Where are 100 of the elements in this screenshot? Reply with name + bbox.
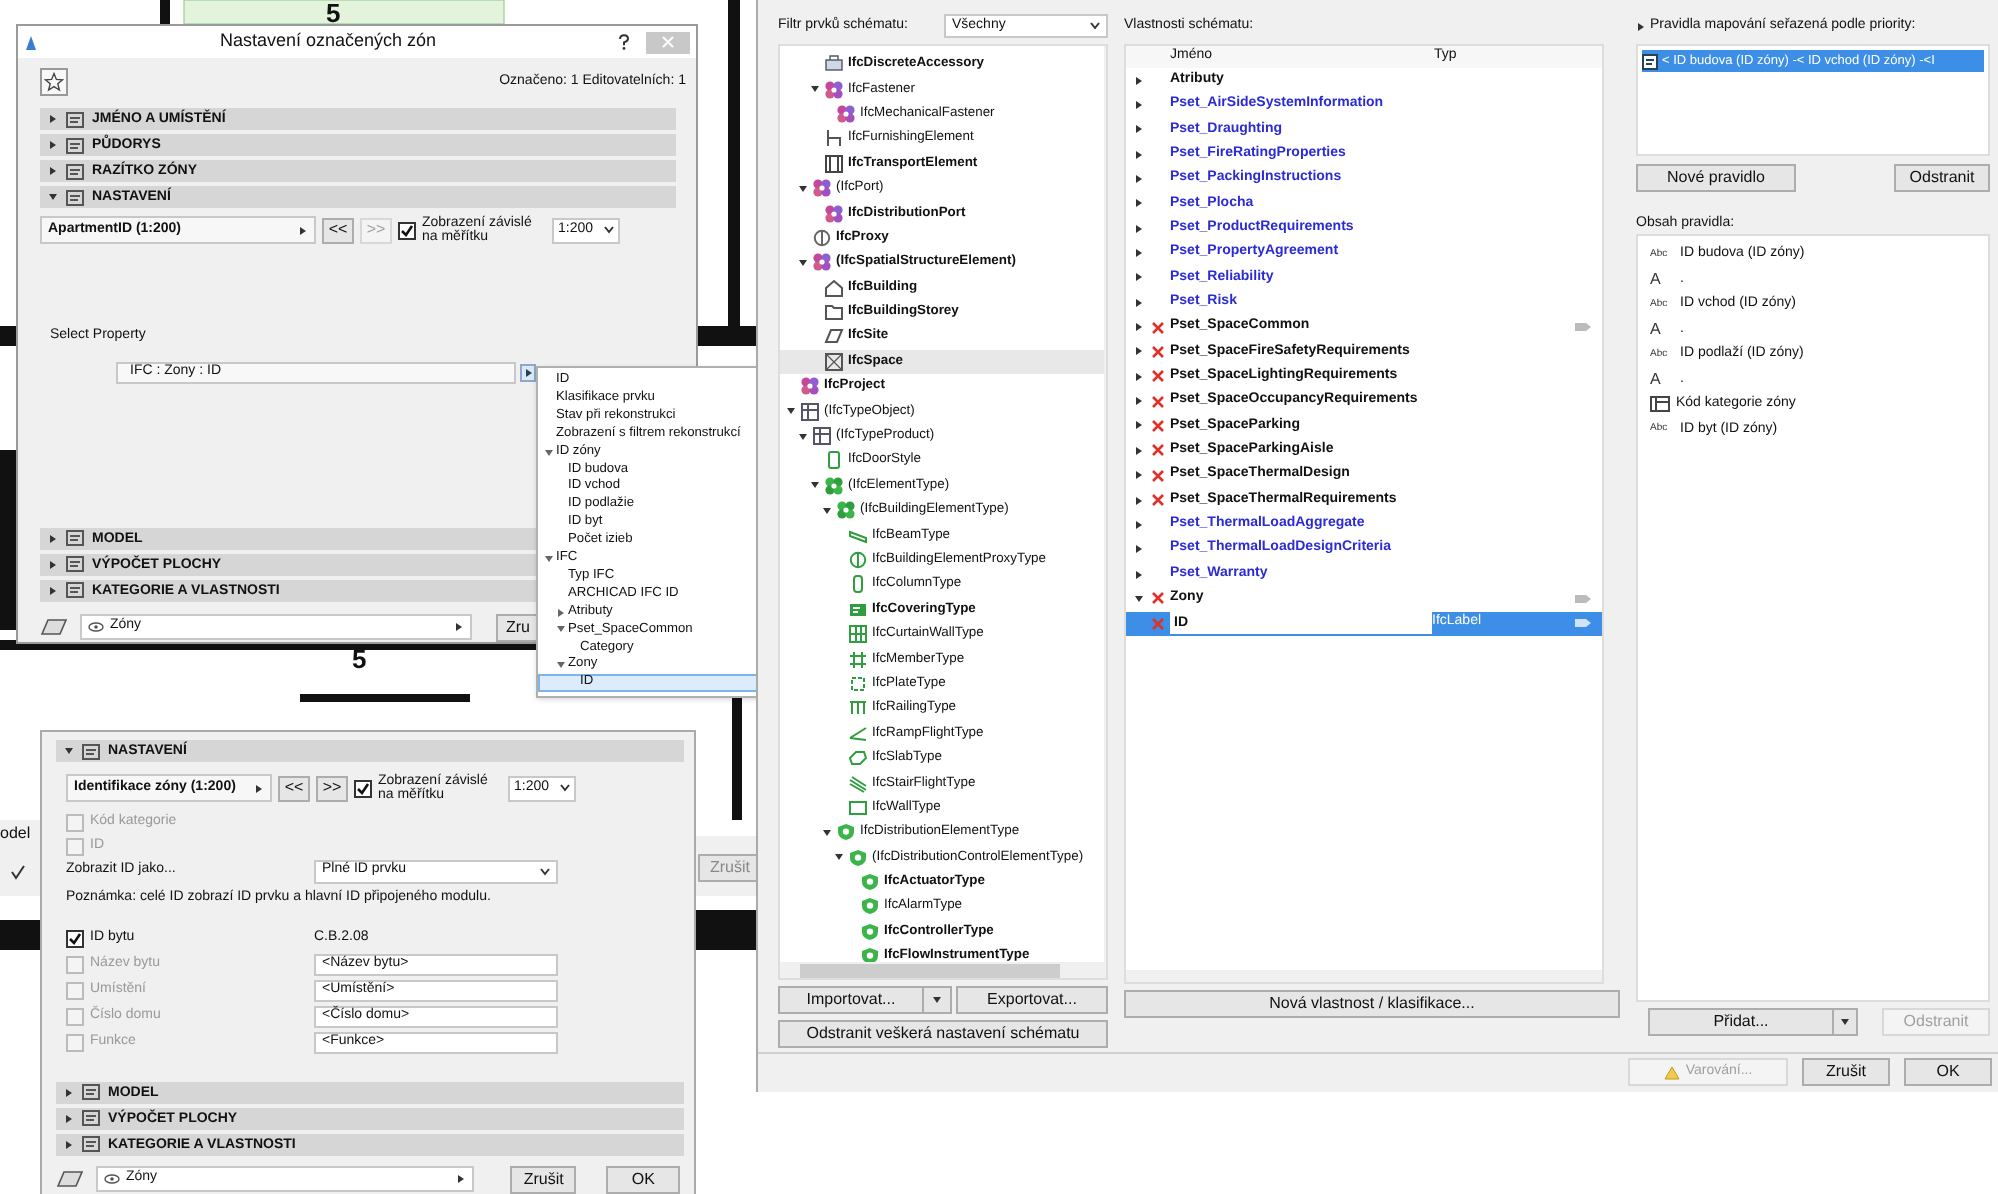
panel-icon	[66, 582, 84, 598]
chevron-down-icon	[604, 226, 614, 234]
button[interactable]: Odstranit	[1894, 164, 1990, 192]
chevron-down-icon	[1090, 22, 1100, 30]
button[interactable]: OK	[606, 1165, 680, 1193]
scrollbar[interactable]	[780, 962, 1106, 978]
delete-icon	[1152, 419, 1164, 432]
checkbox[interactable]	[354, 779, 372, 797]
package-icon	[824, 54, 844, 75]
button[interactable]: Exportovat...	[956, 986, 1108, 1014]
flower-icon	[800, 376, 820, 397]
button[interactable]: Zrušit	[1802, 1058, 1890, 1086]
space-icon	[824, 351, 844, 372]
app-icon	[24, 33, 38, 51]
delete-icon	[1152, 494, 1164, 507]
button[interactable]: Nová vlastnost / klasifikace...	[1124, 990, 1620, 1018]
shield-icon	[860, 921, 880, 942]
checkbox[interactable]	[66, 981, 84, 999]
shield-icon	[860, 896, 880, 917]
label: odel	[0, 826, 31, 842]
member-icon	[848, 649, 868, 670]
chevron-down-icon	[540, 867, 550, 875]
plate-icon	[848, 673, 868, 694]
ring-icon	[812, 227, 832, 248]
help-icon	[618, 34, 630, 50]
chevron-down-icon	[560, 784, 570, 792]
delete-icon	[1152, 469, 1164, 482]
button[interactable]: >>	[316, 775, 348, 801]
ramp-icon	[848, 723, 868, 744]
checkbox[interactable]	[66, 955, 84, 973]
table-icon	[800, 401, 820, 422]
button[interactable]: Nové pravidlo	[1636, 164, 1796, 192]
beam-icon	[848, 525, 868, 546]
delete-icon	[1152, 321, 1164, 334]
collapsed-arrow-icon	[1636, 21, 1646, 31]
stair-icon	[848, 773, 868, 794]
button[interactable]: <<	[278, 775, 310, 801]
railing-icon	[848, 698, 868, 719]
collapsed-arrow-icon	[456, 1174, 467, 1184]
checkbox[interactable]	[66, 838, 84, 856]
collapsed-arrow-icon	[254, 783, 264, 793]
favorites-button[interactable]	[40, 68, 68, 96]
badge-text: A	[1650, 367, 1663, 392]
layers-icon	[40, 618, 68, 636]
rule-icon	[1642, 53, 1658, 69]
ring-icon	[848, 550, 868, 570]
add-button[interactable]: Přidat...	[1648, 1008, 1858, 1036]
flower-icon	[824, 475, 844, 496]
covering-icon	[848, 599, 868, 620]
warning-icon	[1663, 1065, 1680, 1079]
delete-icon	[1152, 592, 1164, 605]
panel-icon	[82, 1136, 100, 1152]
flower-icon	[836, 103, 856, 124]
caret-icon	[932, 996, 942, 1004]
chair-icon	[824, 128, 844, 149]
checkbox[interactable]	[66, 1007, 84, 1025]
close-icon	[662, 36, 674, 48]
delete-icon	[1152, 370, 1164, 383]
delete-icon	[1152, 444, 1164, 457]
close-button[interactable]	[646, 31, 690, 53]
panel-icon	[66, 163, 84, 179]
grid-icon	[848, 624, 868, 645]
flower-icon	[824, 79, 844, 100]
panel-icon	[66, 189, 84, 205]
flower-icon	[824, 203, 844, 224]
panel-icon	[82, 1084, 100, 1100]
scrollbar[interactable]	[1126, 970, 1602, 982]
button[interactable]: Zrušit	[510, 1165, 577, 1193]
wall-icon	[848, 797, 868, 818]
import-button[interactable]: Importovat...	[778, 986, 952, 1014]
delete-icon	[1152, 395, 1164, 408]
checkbox[interactable]	[66, 814, 84, 832]
panel-icon	[82, 1110, 100, 1126]
badge-text: A	[1650, 267, 1663, 292]
frame-icon	[824, 153, 844, 174]
shield-icon	[860, 872, 880, 893]
eye-icon	[88, 622, 104, 632]
button[interactable]: OK	[1904, 1058, 1992, 1086]
slab-icon	[848, 748, 868, 769]
button[interactable]: Odstranit veškerá nastavení schématu	[778, 1020, 1108, 1048]
delete-icon	[1152, 617, 1164, 630]
eye-icon	[104, 1174, 120, 1184]
checkbox[interactable]	[398, 221, 416, 239]
collapsed-arrow-icon	[454, 622, 464, 632]
room-number: 5	[326, 0, 341, 26]
flower-icon	[812, 252, 832, 273]
folder-icon	[824, 302, 844, 323]
button[interactable]: <<	[322, 217, 354, 243]
panel-icon	[66, 530, 84, 546]
menu-button[interactable]	[520, 363, 536, 381]
door-icon	[824, 450, 844, 471]
collapsed-arrow-icon	[523, 367, 533, 377]
button[interactable]: Zru	[496, 613, 540, 641]
panel-icon	[66, 556, 84, 572]
checkbox[interactable]	[66, 929, 84, 947]
checkbox[interactable]	[66, 1033, 84, 1051]
flower-icon	[812, 178, 832, 199]
category-icon	[1650, 396, 1670, 413]
collapsed-arrow-icon	[298, 225, 308, 235]
column-icon	[848, 574, 868, 595]
